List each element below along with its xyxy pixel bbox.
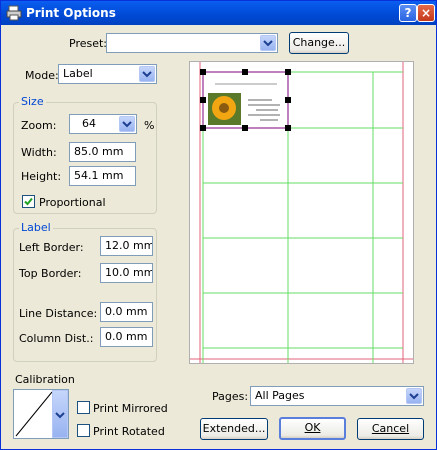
ok-button[interactable]: OK	[279, 417, 346, 440]
chevron-down-icon[interactable]	[406, 388, 422, 404]
checkmark-icon	[24, 197, 33, 206]
cancel-label: Cancel	[371, 422, 410, 435]
chevron-down-icon[interactable]	[119, 116, 135, 132]
resize-handle	[285, 97, 291, 103]
pages-value: All Pages	[255, 389, 305, 402]
chevron-down-icon[interactable]	[260, 35, 276, 51]
line-distance-field[interactable]: 0.0 mm	[100, 302, 153, 322]
resize-handle	[285, 69, 291, 75]
left-border-field[interactable]: 12.0 mm	[100, 236, 153, 256]
print-rotated-checkbox[interactable]	[77, 424, 90, 437]
proportional-label[interactable]: Proportional	[39, 196, 106, 209]
print-mirrored-checkbox[interactable]	[77, 401, 90, 414]
calibration-diagonal-icon	[15, 391, 53, 437]
mode-value: Label	[63, 67, 93, 80]
label-card	[203, 72, 288, 128]
print-options-dialog: Print Options ? × Preset: Change... Mode…	[0, 0, 437, 450]
resize-handle	[285, 125, 291, 131]
page-preview[interactable]	[189, 61, 414, 364]
flower-image	[219, 103, 229, 113]
column-dist-field[interactable]: 0.0 mm	[100, 327, 153, 347]
close-button[interactable]: ×	[417, 4, 435, 22]
chevron-down-icon[interactable]	[52, 390, 68, 438]
help-button[interactable]: ?	[399, 4, 417, 22]
extended-button[interactable]: Extended...	[200, 418, 268, 440]
zoom-select[interactable]: 64	[69, 114, 137, 134]
proportional-checkbox[interactable]	[22, 195, 35, 208]
ok-label: OK	[304, 421, 321, 434]
top-border-label: Top Border:	[19, 267, 82, 280]
print-rotated-label[interactable]: Print Rotated	[93, 425, 165, 438]
calibration-select[interactable]	[13, 389, 69, 439]
chevron-down-icon[interactable]	[139, 66, 155, 82]
mode-label: Mode:	[25, 69, 59, 82]
preset-select[interactable]	[106, 33, 278, 53]
label-layout-diagram	[190, 62, 413, 363]
width-label: Width:	[21, 146, 57, 159]
resize-handle	[200, 69, 206, 75]
resize-handle	[242, 125, 248, 131]
zoom-label: Zoom:	[21, 119, 57, 132]
resize-handle	[242, 69, 248, 75]
line-distance-label: Line Distance:	[19, 307, 98, 320]
width-field[interactable]: 85.0 mm	[69, 142, 136, 162]
zoom-value: 64	[82, 117, 96, 130]
change-button[interactable]: Change...	[289, 32, 349, 54]
mode-select[interactable]: Label	[58, 64, 157, 84]
printer-icon	[6, 5, 22, 21]
calibration-label: Calibration	[15, 373, 75, 386]
left-border-label: Left Border:	[19, 241, 84, 254]
title-bar[interactable]: Print Options ? ×	[1, 1, 436, 25]
top-border-field[interactable]: 10.0 mm	[100, 263, 153, 283]
print-mirrored-label[interactable]: Print Mirrored	[93, 402, 168, 415]
label-group-title: Label	[19, 221, 53, 234]
resize-handle	[200, 125, 206, 131]
height-label: Height:	[21, 170, 62, 183]
cancel-button[interactable]: Cancel	[357, 418, 424, 440]
resize-handle	[200, 97, 206, 103]
zoom-unit: %	[144, 119, 155, 132]
column-dist-label: Column Dist.:	[19, 332, 94, 345]
size-group-title: Size	[19, 95, 46, 108]
window-title: Print Options	[26, 6, 116, 20]
height-field[interactable]: 54.1 mm	[69, 166, 136, 186]
pages-label: Pages:	[212, 390, 249, 403]
pages-select[interactable]: All Pages	[250, 386, 424, 406]
preset-label: Preset:	[69, 37, 108, 50]
